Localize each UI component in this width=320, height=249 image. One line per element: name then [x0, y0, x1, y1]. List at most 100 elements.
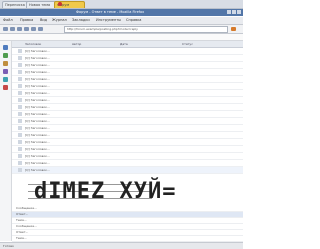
checkbox[interactable]	[18, 91, 22, 95]
bookmarks-bar	[0, 34, 243, 41]
sidebar-contacts-icon[interactable]	[3, 53, 8, 58]
list-item-label: [Q] Заголовок...	[25, 70, 50, 74]
list-item-label: Сообщение...	[16, 206, 37, 210]
list-item[interactable]: [Q] Заголовок...	[12, 62, 243, 69]
list-item-label: [Q] Заголовок...	[25, 119, 50, 123]
list-item[interactable]: [Q] Заголовок...	[12, 132, 243, 139]
list-item[interactable]: [Q] Заголовок...	[12, 160, 243, 167]
bookmark-icon[interactable]	[38, 27, 43, 31]
checkbox[interactable]	[18, 49, 22, 53]
menu-history[interactable]: Журнал	[52, 17, 67, 24]
status-text: Готово	[3, 244, 14, 248]
checkbox[interactable]	[18, 154, 22, 158]
captcha-text: dIMEZ ХУЙ=	[34, 179, 177, 204]
menu-file[interactable]: Файл	[3, 17, 13, 24]
menu-help[interactable]: Справка	[126, 17, 141, 24]
list-item[interactable]: [Q] Заголовок...	[12, 146, 243, 153]
checkbox[interactable]	[18, 126, 22, 130]
window-titlebar: Форум - Ответ в теме - Mozilla Firefox	[0, 9, 243, 16]
reload-icon[interactable]	[17, 27, 22, 31]
close-window-icon[interactable]	[237, 10, 241, 14]
list-item-label: Ответ...	[16, 230, 29, 234]
captcha-image: dIMEZ ХУЙ=	[28, 176, 175, 206]
col-author[interactable]: Автор	[72, 41, 81, 47]
close-tab-icon[interactable]	[58, 2, 62, 6]
minimize-icon[interactable]	[227, 10, 231, 14]
checkbox[interactable]	[18, 56, 22, 60]
list-item-label: [Q] Заголовок...	[25, 56, 50, 60]
list-item-label: [Q] Заголовок...	[25, 105, 50, 109]
window-controls	[226, 10, 241, 15]
list-item-label: [Q] Заголовок...	[25, 63, 50, 67]
checkbox[interactable]	[18, 70, 22, 74]
list-item[interactable]: [Q] Заголовок...	[12, 76, 243, 83]
list-item-label: [Q] Заголовок...	[25, 126, 50, 130]
list-item[interactable]: [Q] Заголовок...	[12, 153, 243, 160]
forward-icon[interactable]	[10, 27, 15, 31]
home-icon[interactable]	[31, 27, 36, 31]
checkbox[interactable]	[18, 147, 22, 151]
list-item[interactable]: [Q] Заголовок...	[12, 90, 243, 97]
nav-toolbar: http://forum.example/posting.php?mode=re…	[0, 25, 243, 34]
list-item-label: [Q] Заголовок...	[25, 168, 50, 172]
list-item-label: [Q] Заголовок...	[25, 98, 50, 102]
checkbox[interactable]	[18, 63, 22, 67]
list-item-label: [Q] Заголовок...	[25, 84, 50, 88]
list-item-label: [Q] Заголовок...	[25, 77, 50, 81]
list-item-label: Тема...	[16, 218, 27, 222]
list-item-label: [Q] Заголовок...	[25, 133, 50, 137]
checkbox[interactable]	[18, 77, 22, 81]
list-item-label: [Q] Заголовок...	[25, 147, 50, 151]
go-icon[interactable]	[231, 27, 236, 31]
checkbox[interactable]	[18, 168, 22, 172]
menu-view[interactable]: Вид	[40, 17, 47, 24]
col-date[interactable]: Дата	[120, 41, 128, 47]
list-item[interactable]: [Q] Заголовок...	[12, 104, 243, 111]
sidebar-chat-icon[interactable]	[3, 77, 8, 82]
window-title: Форум - Ответ в теме - Mozilla Firefox	[76, 10, 145, 14]
maximize-icon[interactable]	[232, 10, 236, 14]
menu-edit[interactable]: Правка	[20, 17, 33, 24]
list-item[interactable]: [Q] Заголовок...	[12, 118, 243, 125]
list-item[interactable]: [Q] Заголовок...	[12, 83, 243, 90]
sidebar-alert-icon[interactable]	[3, 85, 8, 90]
checkbox[interactable]	[18, 112, 22, 116]
menu-tools[interactable]: Инструменты	[96, 17, 121, 24]
list-item[interactable]: [Q] Заголовок...	[12, 69, 243, 76]
list-item[interactable]: [Q] Заголовок...	[12, 48, 243, 55]
checkbox[interactable]	[18, 140, 22, 144]
list-item-label: [Q] Заголовок...	[25, 161, 50, 165]
checkbox[interactable]	[18, 84, 22, 88]
list-item[interactable]: [Q] Заголовок...	[12, 97, 243, 104]
col-title[interactable]: Заголовок	[25, 41, 41, 47]
sidebar	[0, 41, 12, 241]
message-list-2: Сообщение... Ответ... Тема... Сообщение.…	[12, 206, 243, 242]
list-item[interactable]: [Q] Заголовок...	[12, 139, 243, 146]
sidebar-calendar-icon[interactable]	[3, 69, 8, 74]
list-item-label: [Q] Заголовок...	[25, 49, 50, 53]
stop-icon[interactable]	[24, 27, 29, 31]
address-bar[interactable]: http://forum.example/posting.php?mode=re…	[64, 26, 228, 33]
menu-bookmarks[interactable]: Закладки	[72, 17, 90, 24]
list-item[interactable]: [Q] Заголовок...	[12, 125, 243, 132]
checkbox[interactable]	[18, 98, 22, 102]
list-item[interactable]: [Q] Заголовок...	[12, 111, 243, 118]
list-item-label: [Q] Заголовок...	[25, 140, 50, 144]
checkbox[interactable]	[18, 105, 22, 109]
sidebar-folder-icon[interactable]	[3, 61, 8, 66]
list-item[interactable]: [Q] Заголовок...	[12, 55, 243, 62]
sidebar-mail-icon[interactable]	[3, 45, 8, 50]
checkbox[interactable]	[18, 133, 22, 137]
list-item-label: Ответ...	[16, 212, 29, 216]
column-header: Заголовок Автор Дата Статус	[12, 41, 243, 48]
back-icon[interactable]	[3, 27, 8, 31]
list-item-label: [Q] Заголовок...	[25, 154, 50, 158]
message-list: [Q] Заголовок... [Q] Заголовок... [Q] За…	[12, 48, 243, 174]
checkbox[interactable]	[18, 119, 22, 123]
list-item[interactable]: [Q] Заголовок...	[12, 167, 243, 174]
list-item-label: [Q] Заголовок...	[25, 91, 50, 95]
col-status[interactable]: Статус	[182, 41, 193, 47]
tab-2-label: Новая тема	[29, 3, 51, 7]
checkbox[interactable]	[18, 161, 22, 165]
list-item-label: Сообщение...	[16, 224, 37, 228]
